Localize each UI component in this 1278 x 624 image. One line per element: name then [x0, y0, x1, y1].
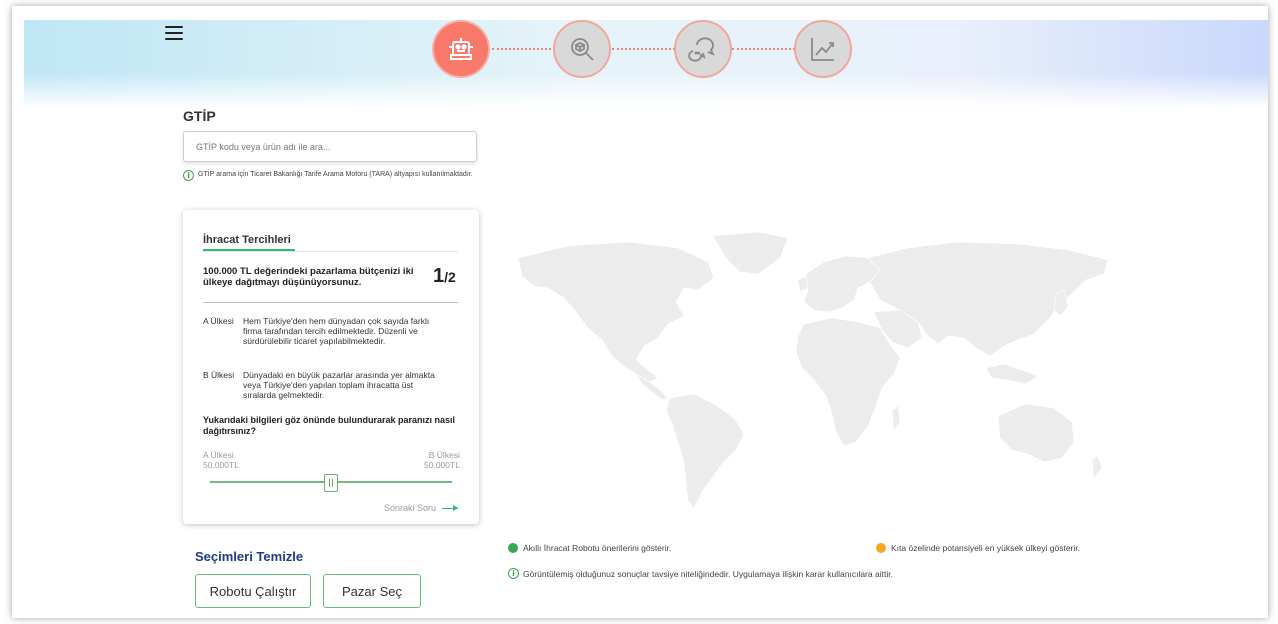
gtip-label: GTİP — [183, 108, 216, 124]
step-consult[interactable] — [674, 20, 732, 78]
chat-bubbles-icon — [688, 37, 715, 62]
world-map[interactable] — [508, 228, 1118, 514]
question-divider — [203, 302, 458, 303]
map-region-north-america — [517, 241, 715, 383]
export-preferences-card: İhracat Tercihleri 100.000 TL değerindek… — [183, 210, 479, 524]
hamburger-menu-icon[interactable] — [165, 26, 183, 40]
info-icon: i — [183, 170, 194, 181]
option-a-text: Hem Türkiye'den hem dünyadan çok sayıda … — [243, 316, 430, 346]
option-a-label: A Ülkesi — [203, 316, 234, 326]
slider-b-name: B Ülkesi — [428, 450, 460, 460]
gtip-search-input[interactable] — [184, 132, 476, 161]
step-connector — [732, 48, 795, 50]
step-connector — [492, 48, 555, 50]
slider-a-label: A Ülkesi 50.000TL — [203, 450, 239, 470]
slider-a-name: A Ülkesi — [203, 450, 234, 460]
card-title-underline — [203, 249, 295, 251]
counter-total: /2 — [444, 269, 456, 285]
map-region-greenland — [712, 231, 789, 275]
map-region-africa — [795, 317, 901, 447]
clear-selections-button[interactable]: Seçimleri Temizle — [195, 549, 303, 564]
step-product-search[interactable] — [553, 20, 611, 78]
info-icon: i — [508, 568, 519, 579]
map-region-madagascar — [891, 405, 901, 431]
card-title-divider — [203, 251, 458, 252]
option-b-text: Dünyadaki en büyük pazarlar arasında yer… — [243, 370, 435, 400]
budget-question: 100.000 TL değerindeki pazarlama bütçeni… — [203, 266, 414, 288]
map-region-europe — [803, 255, 881, 313]
legend-robot-text: Akıllı İhracat Robotu önerilerini göster… — [523, 543, 672, 553]
run-robot-button[interactable]: Robotu Çalıştır — [195, 574, 311, 608]
option-b-label: B Ülkesi — [203, 370, 235, 380]
map-region-australia — [997, 403, 1075, 463]
step-connector — [612, 48, 675, 50]
question-counter: 1/2 — [433, 265, 456, 288]
distribution-prompt: Yukarıdaki bilgileri göz önünde bulundur… — [203, 415, 456, 436]
map-region-southeast-asia — [985, 363, 1039, 385]
map-region-uk — [797, 275, 809, 293]
trend-chart-icon — [811, 38, 834, 61]
legend-robot: Akıllı İhracat Robotu önerilerini göster… — [508, 543, 671, 553]
map-region-south-america — [665, 393, 745, 509]
option-a: A Ülkesi Hem Türkiye'den hem dünyadan ço… — [203, 316, 458, 346]
select-market-button[interactable]: Pazar Seç — [323, 574, 421, 608]
step-robot[interactable] — [432, 20, 490, 78]
step-results[interactable] — [794, 20, 852, 78]
orange-dot-icon — [876, 543, 886, 553]
slider-b-label: B Ülkesi 50.000TL — [424, 450, 460, 470]
option-b: B Ülkesi Dünyadaki en büyük pazarlar ara… — [203, 370, 458, 400]
slider-b-value: 50.000TL — [424, 460, 460, 470]
disclaimer-text: Görüntülemiş olduğunuz sonuçlar tavsiye … — [523, 568, 893, 579]
green-dot-icon — [508, 543, 518, 553]
next-question-link[interactable]: Sonraki Soru — [384, 503, 459, 513]
counter-current: 1 — [433, 265, 445, 287]
arrow-right-icon — [442, 504, 459, 511]
budget-slider-thumb[interactable] — [324, 474, 338, 492]
slider-a-value: 50.000TL — [203, 460, 239, 470]
gtip-info-note: i GTİP arama için Ticaret Bakanlığı Tari… — [183, 170, 483, 181]
gtip-search-box[interactable] — [183, 131, 477, 162]
package-search-icon — [571, 38, 594, 61]
disclaimer: i Görüntülemiş olduğunuz sonuçlar tavsiy… — [508, 568, 893, 579]
app-frame: GTİP i GTİP arama için Ticaret Bakanlığı… — [12, 6, 1268, 618]
header-banner — [24, 20, 1268, 108]
legend-continent-text: Kıta özelinde potansiyeli en yüksek ülke… — [891, 543, 1080, 553]
next-question-label: Sonraki Soru — [384, 503, 437, 513]
legend-continent: Kıta özelinde potansiyeli en yüksek ülke… — [876, 543, 1080, 553]
robot-icon — [449, 38, 473, 60]
card-title: İhracat Tercihleri — [203, 234, 291, 246]
gtip-info-text: GTİP arama için Ticaret Bakanlığı Tarife… — [198, 171, 473, 178]
map-region-new-zealand — [1091, 455, 1103, 479]
